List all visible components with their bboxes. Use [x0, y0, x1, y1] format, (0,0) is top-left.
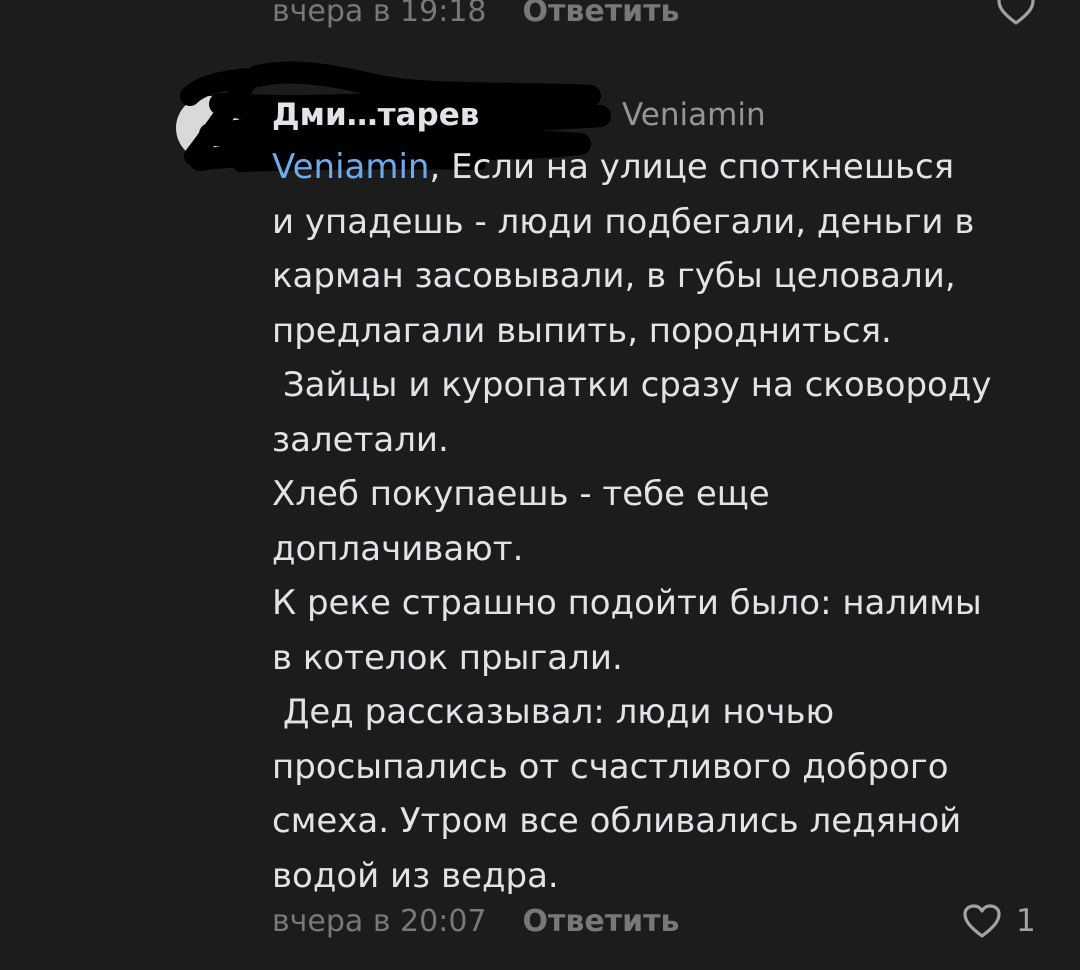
comment-header: Дми…тарев Veniamin	[272, 92, 766, 138]
comment-footer: вчера в 20:07 Ответить	[272, 896, 680, 946]
mention-link[interactable]: Veniamin	[272, 147, 429, 187]
reply-button[interactable]: Ответить	[523, 904, 680, 939]
like-count: 1	[1016, 903, 1036, 939]
like-button[interactable]: 1	[962, 896, 1036, 946]
avatar[interactable]	[176, 96, 240, 160]
reply-to-name[interactable]: Veniamin	[622, 97, 766, 133]
comment-text: Veniamin, Если на улице споткнешься и уп…	[272, 140, 1062, 903]
comment: Дми…тарев Veniamin Veniamin, Если на ули…	[0, 0, 1080, 970]
comment-timestamp: вчера в 20:07	[272, 903, 487, 939]
heart-outline-icon	[963, 904, 1001, 938]
comment-text-body: , Если на улице споткнешься и упадешь - …	[272, 147, 992, 896]
author-name[interactable]: Дми…тарев	[272, 97, 592, 133]
